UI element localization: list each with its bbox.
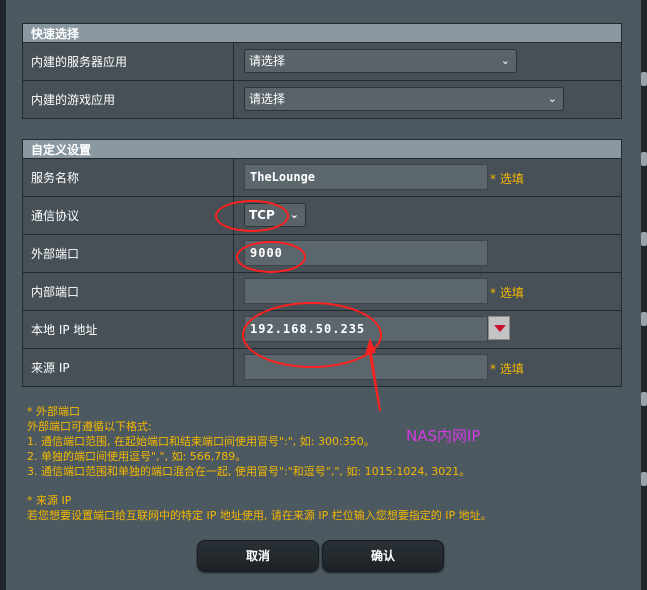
table-row: 通信协议 TCP ⌄ [22,196,622,235]
custom-settings-header: 自定义设置 [22,139,622,159]
game-app-select[interactable]: 请选择 ⌄ [244,87,564,111]
table-row: 外部端口 9000 [22,234,622,273]
chevron-down-icon: ⌄ [289,208,299,221]
port-forwarding-dialog: 快速选择 内建的服务器应用 请选择 ⌄ 内建的游戏应用 请选择 ⌄ 自定义设置 [6,0,641,590]
nas-ip-annotation: NAS内网IP [406,427,481,445]
table-row: 内建的游戏应用 请选择 ⌄ [22,80,622,119]
external-port-label: 外部端口 [22,234,234,273]
confirm-button[interactable]: 确认 [322,540,444,572]
source-ip-note-title: * 来源 IP [27,494,72,507]
external-port-note-3: 3. 通信端口范围和单独的端口混合在一起, 使用冒号":"和逗号",", 如: … [27,465,471,478]
scroll-notch [641,472,647,486]
external-port-note-2: 2. 单独的端口间使用逗号",", 如: 566,789。 [27,450,247,463]
device-list-button[interactable] [488,316,510,340]
caret-down-icon [494,325,506,332]
cancel-button[interactable]: 取消 [197,540,319,572]
source-ip-note-desc: 若您想要设置端口给互联网中的特定 IP 地址使用, 请在来源 IP 栏位输入您想… [27,509,492,522]
scroll-notch [641,392,647,406]
scroll-notch [641,312,647,326]
help-notes: * 外部端口 外部端口可遵循以下格式: 1. 通信端口范围, 在起始端口和结束端… [27,404,492,523]
chevron-down-icon: ⌄ [547,92,557,105]
scroll-notch [641,72,647,86]
optional-hint: * 选填 [490,286,524,300]
game-app-label: 内建的游戏应用 [22,80,234,119]
server-app-select[interactable]: 请选择 ⌄ [244,49,517,73]
source-ip-label: 来源 IP [22,348,234,387]
server-app-label: 内建的服务器应用 [22,42,234,81]
chevron-down-icon: ⌄ [500,54,510,67]
scroll-notch [641,232,647,246]
local-ip-label: 本地 IP 地址 [22,310,234,349]
scroll-notch [641,152,647,166]
optional-hint: * 选填 [490,172,524,186]
quick-select-table: 快速选择 内建的服务器应用 请选择 ⌄ 内建的游戏应用 请选择 ⌄ [22,23,622,119]
optional-hint: * 选填 [490,362,524,376]
arrow-icon [365,338,381,411]
service-name-input[interactable]: TheLounge [244,164,488,190]
table-row: 内建的服务器应用 请选择 ⌄ [22,42,622,81]
table-row: 服务名称 TheLounge * 选填 [22,158,622,197]
internal-port-label: 内部端口 [22,272,234,311]
protocol-label: 通信协议 [22,196,234,235]
external-port-highlight-ring [236,241,306,273]
external-port-note-title: * 外部端口 [27,405,80,418]
annotation-arrow [365,338,381,411]
window-right-border [641,0,647,590]
internal-port-input[interactable] [244,278,488,304]
quick-select-header: 快速选择 [22,23,622,43]
service-name-label: 服务名称 [22,158,234,197]
protocol-highlight-ring [215,200,289,232]
